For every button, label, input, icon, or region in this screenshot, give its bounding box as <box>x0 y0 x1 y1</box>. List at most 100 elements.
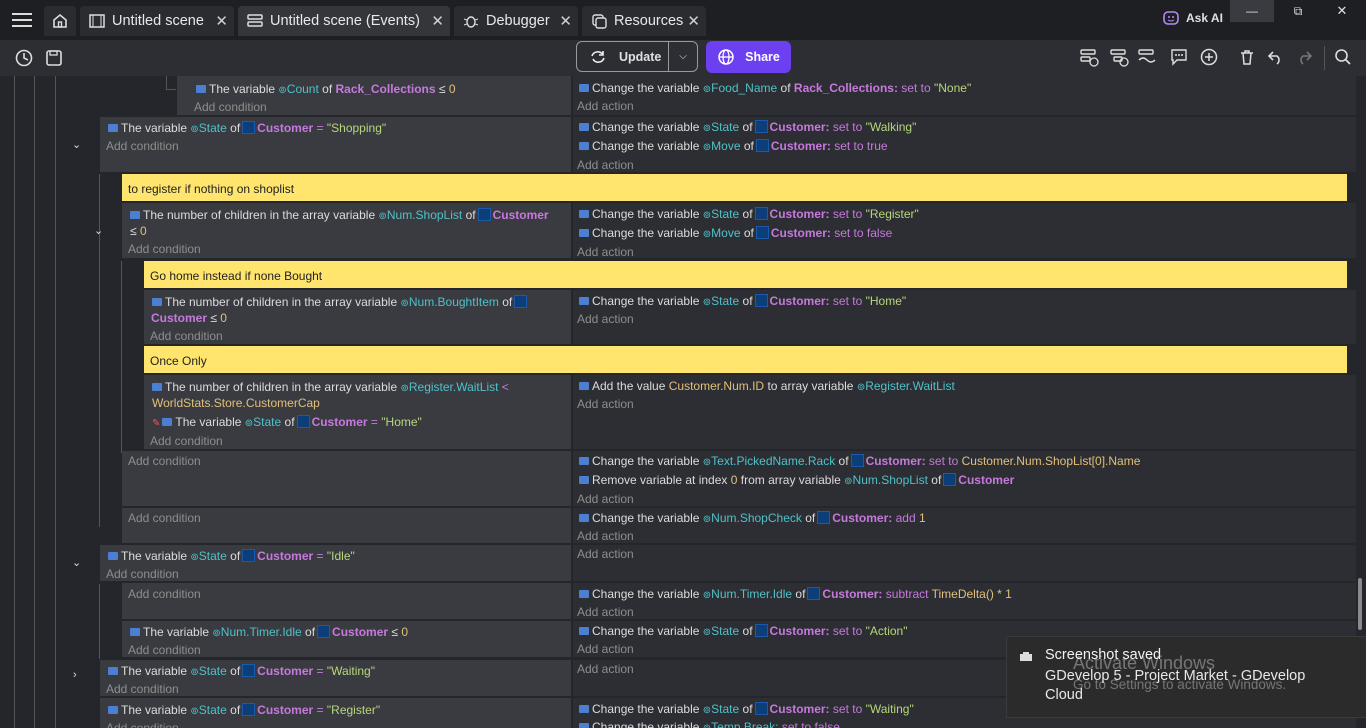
add-event-icon[interactable] <box>1078 46 1100 68</box>
add-action-link[interactable]: Add action <box>577 547 634 561</box>
action[interactable]: Change the variable ⊚State of Customer: s… <box>579 624 907 638</box>
tab-resources[interactable]: Resources ✕ <box>582 6 706 36</box>
action[interactable]: Change the variable ⊚Food_Name of Rack_C… <box>579 81 971 95</box>
condition[interactable]: The number of children in the array vari… <box>130 208 549 222</box>
add-condition-link[interactable]: Add condition <box>128 454 201 468</box>
action[interactable]: Change the variable ⊚Temp.Break: set to … <box>579 720 840 728</box>
add-action-link[interactable]: Add action <box>577 605 634 619</box>
action[interactable]: Change the variable ⊚State of Customer: s… <box>579 702 914 716</box>
variable-icon <box>162 417 173 426</box>
object-icon <box>754 624 768 638</box>
chevron-down-icon[interactable]: ⌄ <box>72 138 81 151</box>
comment-block[interactable]: Once Only <box>144 346 1347 373</box>
action[interactable]: Change the variable ⊚Num.Timer.Idle of Cu… <box>579 587 1012 601</box>
add-condition-link[interactable]: Add condition <box>106 139 179 153</box>
chevron-right-icon[interactable]: › <box>73 669 77 681</box>
add-other-icon[interactable] <box>1136 46 1158 68</box>
add-condition-link[interactable]: Add condition <box>128 643 201 657</box>
action[interactable]: Remove variable at index 0 from array va… <box>579 473 1014 487</box>
add-action-link[interactable]: Add action <box>577 642 634 656</box>
add-action-link[interactable]: Add action <box>577 158 634 172</box>
chevron-down-icon[interactable]: ⌄ <box>94 224 103 237</box>
action-block[interactable] <box>573 545 1356 581</box>
ask-ai-button[interactable]: Ask AI <box>1162 8 1224 28</box>
tab-debugger[interactable]: Debugger ✕ <box>454 6 578 36</box>
add-subevent-icon[interactable] <box>1108 46 1130 68</box>
tab-label: Resources <box>614 13 684 29</box>
object-icon <box>755 226 769 240</box>
object-icon <box>754 702 768 716</box>
comment-block[interactable]: Go home instead if none Bought <box>144 261 1347 288</box>
tab-label: Untitled scene <box>112 13 204 29</box>
condition[interactable]: The number of children in the array vari… <box>152 295 529 309</box>
add-action-link[interactable]: Add action <box>577 397 634 411</box>
add-condition-link[interactable]: Add condition <box>128 511 201 525</box>
minimize-button[interactable]: — <box>1230 0 1274 22</box>
add-condition-link[interactable]: Add condition <box>150 329 223 343</box>
action[interactable]: Add the value Customer.Num.ID to array v… <box>579 379 955 393</box>
variable-icon <box>579 296 589 305</box>
chevron-down-icon[interactable]: ⌄ <box>72 556 81 569</box>
delete-icon[interactable] <box>1236 46 1258 68</box>
maximize-button[interactable]: ⧉ <box>1276 0 1320 22</box>
add-condition-link[interactable]: Add condition <box>106 721 179 728</box>
condition[interactable]: The variable ⊚State of Customer = "Regist… <box>108 703 380 717</box>
object-icon <box>296 415 310 429</box>
condition[interactable]: The variable ⊚Count of Rack_Collections … <box>196 82 456 96</box>
close-icon[interactable]: ✕ <box>431 12 444 30</box>
activate-windows-body: Go to Settings to activate Windows. <box>1073 677 1287 692</box>
home-icon <box>53 13 67 28</box>
variable-icon <box>108 123 118 132</box>
add-condition-link[interactable]: Add condition <box>106 567 179 581</box>
close-icon[interactable]: ✕ <box>215 12 228 30</box>
add-action-link[interactable]: Add action <box>577 245 634 259</box>
condition[interactable]: ✎ The variable ⊚State of Customer = "Home" <box>152 415 422 429</box>
add-comment-icon[interactable] <box>1168 46 1190 68</box>
condition[interactable]: The variable ⊚State of Customer = "Idle" <box>108 549 355 563</box>
condition[interactable]: The variable ⊚State of Customer = "Waitin… <box>108 664 375 678</box>
update-dropdown[interactable]: ⌵ <box>668 42 697 71</box>
add-action-link[interactable]: Add action <box>577 662 634 676</box>
menu-icon[interactable] <box>10 8 34 32</box>
add-action-link[interactable]: Add action <box>577 99 634 113</box>
condition[interactable]: The variable ⊚Num.Timer.Idle of Customer … <box>130 625 408 639</box>
add-action-link[interactable]: Add action <box>577 312 634 326</box>
action[interactable]: Change the variable ⊚State of Customer: s… <box>579 120 916 134</box>
scrollbar[interactable] <box>1358 578 1362 630</box>
action[interactable]: Change the variable ⊚Move of Customer: se… <box>579 139 888 153</box>
add-action-link[interactable]: Add action <box>577 492 634 506</box>
undo-icon[interactable] <box>1264 46 1286 68</box>
object-icon <box>242 121 256 135</box>
close-icon[interactable]: ✕ <box>687 12 700 30</box>
share-button[interactable]: Share <box>706 41 791 73</box>
tab-home[interactable] <box>44 6 76 36</box>
redo-icon[interactable] <box>1294 46 1316 68</box>
action[interactable]: Change the variable ⊚Text.PickedName.Rac… <box>579 454 1140 468</box>
condition[interactable]: The variable ⊚State of Customer = "Shoppi… <box>108 121 386 135</box>
search-icon[interactable] <box>1332 46 1354 68</box>
add-action-link[interactable]: Add action <box>577 529 634 543</box>
action[interactable]: Change the variable ⊚Num.ShopCheck of Cus… <box>579 511 926 525</box>
tab-events[interactable]: Untitled scene (Events) ✕ <box>238 6 450 36</box>
add-condition-link[interactable]: Add condition <box>150 434 223 448</box>
close-icon[interactable]: ✕ <box>559 12 572 30</box>
condition[interactable]: The number of children in the array vari… <box>152 380 509 394</box>
screenshot-toast[interactable]: Screenshot saved GDevelop 5 - Project Ma… <box>1006 636 1366 718</box>
action[interactable]: Change the variable ⊚Move of Customer: se… <box>579 226 892 240</box>
comment-block[interactable]: to register if nothing on shoplist <box>122 174 1347 201</box>
action[interactable]: Change the variable ⊚State of Customer: s… <box>579 294 906 308</box>
action[interactable]: Change the variable ⊚State of Customer: s… <box>579 207 919 221</box>
variable-icon <box>579 228 589 237</box>
object-icon <box>754 207 768 221</box>
refresh-icon <box>591 50 605 63</box>
variable-icon <box>579 704 589 713</box>
add-condition-link[interactable]: Add condition <box>194 100 267 114</box>
history-icon[interactable] <box>12 46 36 70</box>
save-icon[interactable] <box>42 46 66 70</box>
close-window-button[interactable]: ✕ <box>1320 0 1364 22</box>
add-condition-link[interactable]: Add condition <box>128 587 201 601</box>
add-condition-link[interactable]: Add condition <box>106 682 179 696</box>
add-icon[interactable] <box>1198 46 1220 68</box>
tab-scene[interactable]: Untitled scene ✕ <box>80 6 234 36</box>
add-condition-link[interactable]: Add condition <box>128 242 201 256</box>
